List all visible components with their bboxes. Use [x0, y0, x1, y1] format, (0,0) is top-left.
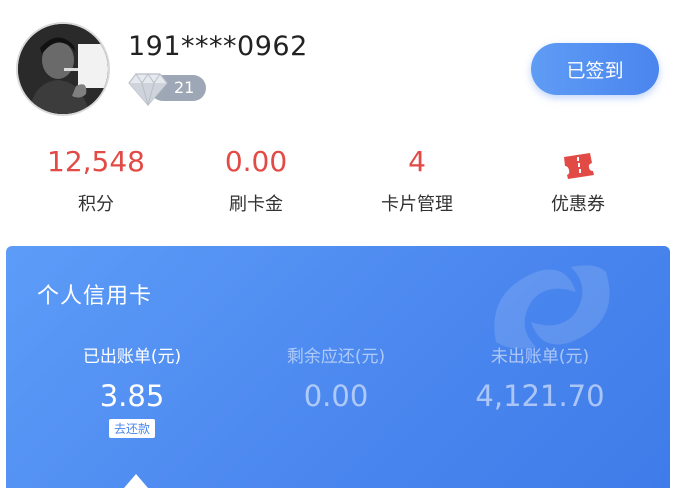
coupon-icon [564, 153, 594, 179]
bill-remaining[interactable]: 剩余应还(元) 0.00 [236, 342, 436, 413]
stat-coupons[interactable]: 优惠券 [498, 140, 658, 216]
bill-unbilled[interactable]: 未出账单(元) 4,121.70 [440, 342, 640, 413]
phone-number: 191****0962 [128, 31, 308, 62]
stat-label: 卡片管理 [381, 194, 453, 215]
bill-label: 剩余应还(元) [286, 347, 386, 367]
card-title: 个人信用卡 [37, 284, 153, 309]
repay-button[interactable]: 去还款 [108, 419, 155, 438]
bill-value: 3.85 [99, 379, 165, 413]
credit-card-panel[interactable]: 个人信用卡 已出账单(元) 3.85 去还款 剩余应还(元) 0.00 未出账单… [6, 246, 670, 488]
stat-label: 优惠券 [551, 194, 605, 215]
level-number: 21 [174, 78, 195, 97]
avatar[interactable] [16, 22, 110, 116]
signin-button[interactable]: 已签到 [531, 43, 659, 95]
stat-value: 12,548 [47, 145, 145, 178]
coupon-icon-wrapper [498, 140, 658, 184]
stats-row: 12,548 积分 0.00 刷卡金 4 卡片管理 优惠券 [0, 140, 682, 230]
selected-pointer [124, 474, 148, 488]
stat-points[interactable]: 12,548 积分 [16, 140, 176, 216]
bill-label: 已出账单(元) [82, 347, 182, 367]
stat-value: 0.00 [224, 145, 288, 178]
bill-label: 未出账单(元) [490, 347, 590, 367]
stat-label: 积分 [78, 194, 114, 215]
diamond-icon [128, 73, 168, 106]
bill-value: 4,121.70 [475, 379, 605, 413]
stat-label: 刷卡金 [229, 194, 283, 215]
member-level-badge: 21 [128, 72, 208, 106]
bill-statement[interactable]: 已出账单(元) 3.85 去还款 [32, 342, 232, 438]
stat-card-management[interactable]: 4 卡片管理 [337, 140, 497, 216]
stat-card-credit[interactable]: 0.00 刷卡金 [176, 140, 336, 216]
stat-value: 4 [408, 145, 426, 178]
bill-value: 0.00 [303, 379, 369, 413]
profile-header: 191****0962 21 已签到 [0, 0, 682, 130]
